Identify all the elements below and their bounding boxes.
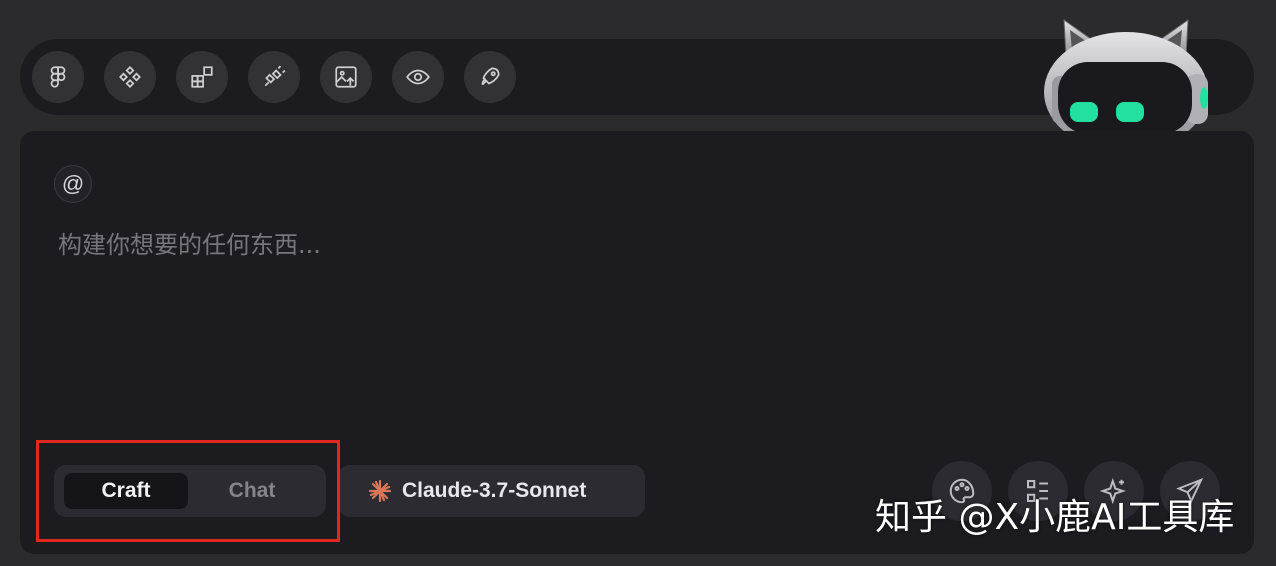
blocks-icon (191, 66, 213, 88)
watermark-text: 知乎 @X小鹿AI工具库 (875, 497, 1235, 538)
plug-icon (264, 65, 286, 87)
preview-button[interactable] (392, 51, 444, 103)
model-label: Claude-3.7-Sonnet (402, 479, 587, 502)
left-eye (1070, 102, 1098, 122)
mention-symbol: @ (61, 171, 85, 196)
robot-cat-mascot (1044, 18, 1208, 134)
right-eye (1116, 102, 1144, 122)
components-button[interactable] (104, 51, 156, 103)
mention-button[interactable]: @ (54, 165, 92, 203)
mode-tab-chat[interactable]: Chat (190, 473, 314, 509)
mode-tab-craft[interactable]: Craft (64, 473, 188, 509)
model-selector[interactable]: Claude-3.7-Sonnet (338, 465, 645, 517)
image-upload-button[interactable] (320, 51, 372, 103)
eye-icon (406, 69, 430, 85)
prompt-input[interactable] (58, 231, 958, 259)
image-upload-icon (335, 66, 357, 88)
integrations-button[interactable] (248, 51, 300, 103)
component-icon (119, 66, 141, 88)
blocks-button[interactable] (176, 51, 228, 103)
claude-spark-icon (368, 479, 392, 503)
deploy-button[interactable] (464, 51, 516, 103)
figma-button[interactable] (32, 51, 84, 103)
mode-switch: Craft Chat (54, 465, 326, 517)
figma-icon (50, 66, 66, 88)
rocket-icon (481, 67, 500, 86)
